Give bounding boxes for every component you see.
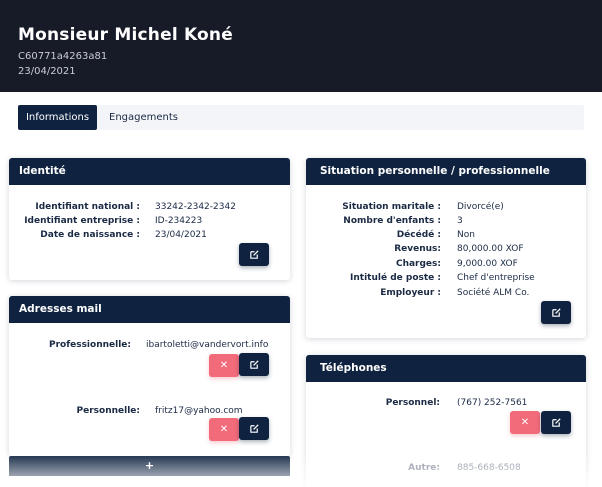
situation-value: Chef d'entreprise <box>457 273 535 283</box>
delete-email-button[interactable]: ✕ <box>209 418 239 441</box>
identite-value: ID-234223 <box>155 216 203 226</box>
email-label: Professionnelle: <box>48 340 131 350</box>
tab-bar: Informations Engagements <box>18 105 584 130</box>
edit-situation-button[interactable] <box>541 301 571 324</box>
situation-label: Nombre d'enfants : <box>343 216 441 226</box>
edit-icon <box>249 360 259 369</box>
phone-label: Personnel: <box>385 398 440 408</box>
edit-phone-button[interactable] <box>541 411 571 434</box>
situation-value: 80,000.00 XOF <box>457 244 524 254</box>
identite-title: Identité <box>9 158 290 185</box>
email-value: ibartoletti@vandervort.info <box>146 340 269 350</box>
identite-card: Identité Identifiant national : 33242-23… <box>9 158 290 280</box>
profile-header: Monsieur Michel Koné C60771a4263a81 23/0… <box>0 0 602 92</box>
person-date: 23/04/2021 <box>18 66 76 77</box>
phones-card: Téléphones Personnel: (767) 252-7561 ✕ A… <box>306 355 586 487</box>
identite-value: 23/04/2021 <box>155 230 207 240</box>
situation-title: Situation personnelle / professionnelle <box>306 158 586 185</box>
phone-value: (767) 252-7561 <box>457 398 528 408</box>
delete-email-button[interactable]: ✕ <box>209 354 239 377</box>
person-code: C60771a4263a81 <box>18 51 108 62</box>
add-email-button[interactable]: + <box>9 456 290 476</box>
situation-label: Décédé : <box>396 230 441 240</box>
email-value: fritz17@yahoo.com <box>155 406 243 416</box>
tab-informations[interactable]: Informations <box>18 105 97 130</box>
edit-icon <box>551 308 561 317</box>
situation-label: Charges: <box>395 259 441 269</box>
identite-label: Identifiant entreprise : <box>24 216 140 226</box>
close-icon: ✕ <box>520 417 530 428</box>
close-icon: ✕ <box>219 424 229 435</box>
situation-label: Situation maritale : <box>342 202 441 212</box>
situation-label: Revenus: <box>394 244 441 254</box>
situation-value: Société ALM Co. <box>457 288 530 298</box>
edit-email-button[interactable] <box>239 417 269 440</box>
phones-title: Téléphones <box>306 355 586 382</box>
identite-value: 33242-2342-2342 <box>155 202 236 212</box>
edit-icon <box>249 250 259 259</box>
identite-label: Identifiant national : <box>35 202 140 212</box>
edit-identite-button[interactable] <box>239 243 269 266</box>
situation-value: 9,000.00 XOF <box>457 259 518 269</box>
phone-label: Autre: <box>408 463 440 473</box>
email-label: Personnelle: <box>76 406 140 416</box>
person-name: Monsieur Michel Koné <box>18 25 233 45</box>
edit-email-button[interactable] <box>239 353 269 376</box>
delete-phone-button[interactable]: ✕ <box>510 411 540 434</box>
emails-card: Adresses mail Professionnelle: ibartolet… <box>9 296 290 456</box>
situation-value: Non <box>457 230 475 240</box>
emails-title: Adresses mail <box>9 296 290 323</box>
situation-card: Situation personnelle / professionnelle … <box>306 158 586 338</box>
situation-label: Employeur : <box>380 288 441 298</box>
edit-icon <box>551 418 561 427</box>
situation-value: 3 <box>457 216 463 226</box>
identite-label: Date de naissance : <box>40 230 140 240</box>
close-icon: ✕ <box>219 360 229 371</box>
phone-value: 885-668-6508 <box>457 463 521 473</box>
tab-engagements[interactable]: Engagements <box>99 105 188 130</box>
situation-value: Divorcé(e) <box>457 202 504 212</box>
edit-icon <box>249 424 259 433</box>
situation-label: Intitulé de poste : <box>350 273 441 283</box>
